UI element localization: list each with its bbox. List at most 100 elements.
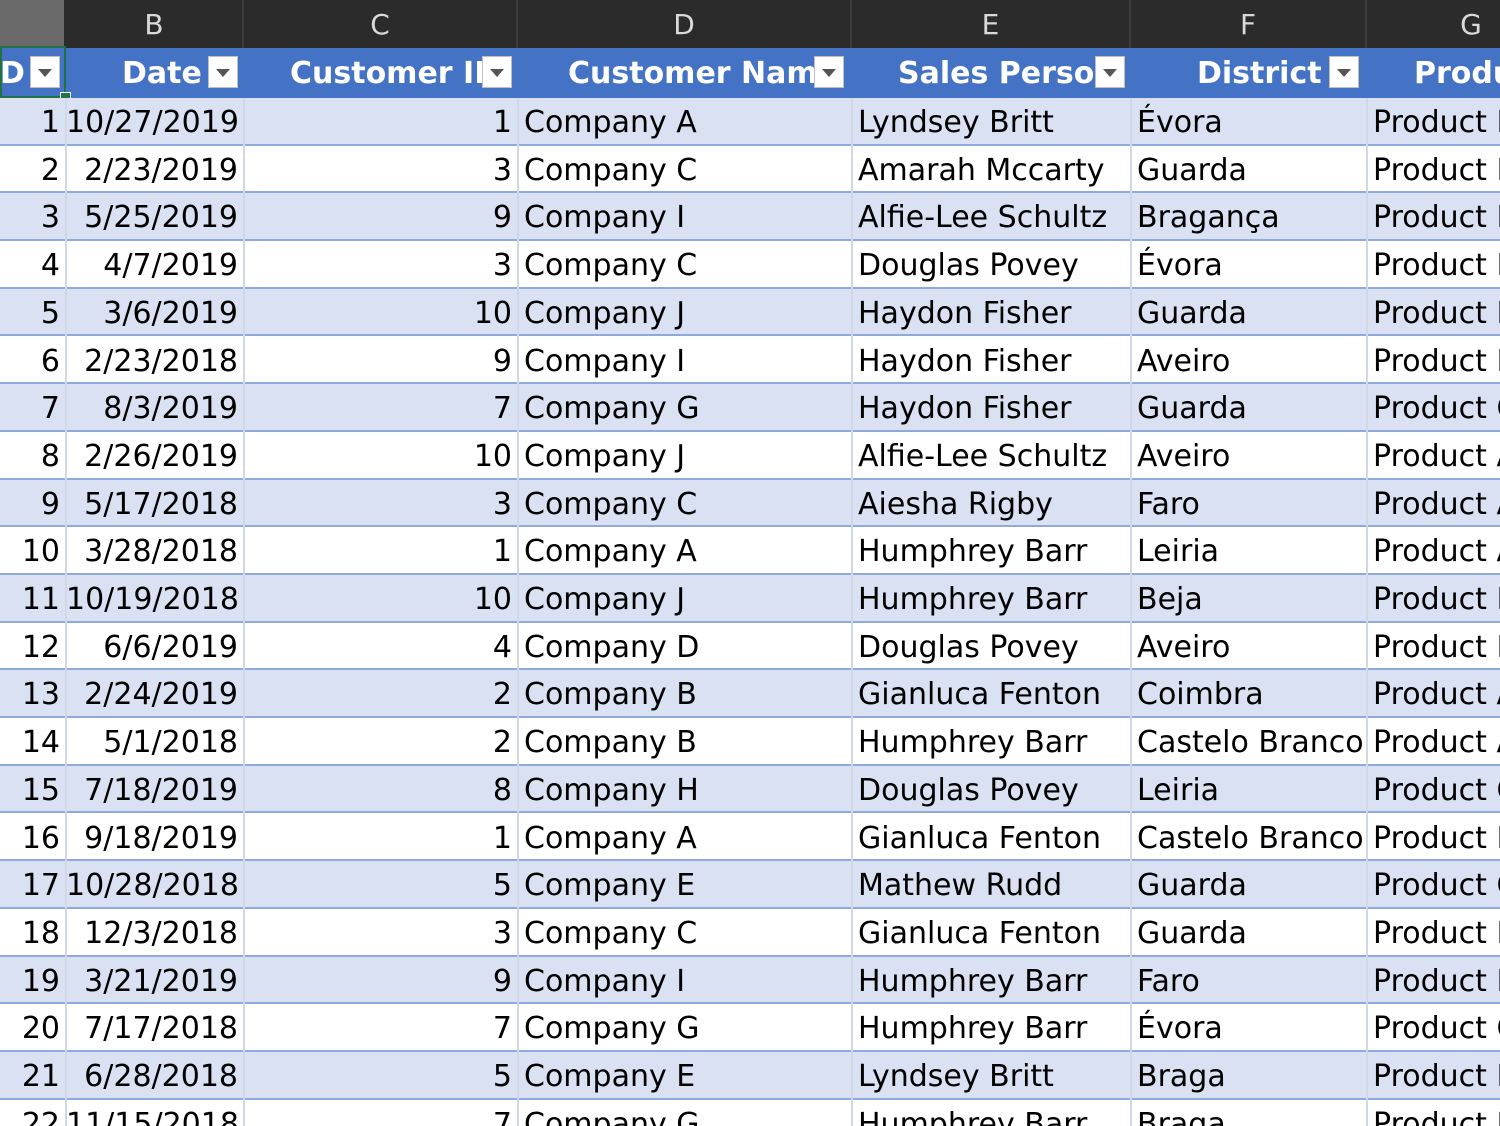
cell-sales-person[interactable]: Humphrey Barr: [852, 957, 1131, 1003]
cell-sales-person[interactable]: Douglas Povey: [852, 766, 1131, 812]
cell-customer-name[interactable]: Company I: [518, 193, 852, 239]
column-header-F[interactable]: F: [1131, 0, 1367, 48]
cell-id[interactable]: 19: [0, 957, 66, 1003]
cell-sales-person[interactable]: Humphrey Barr: [852, 527, 1131, 573]
cell-customer-name[interactable]: Company A: [518, 527, 852, 573]
cell-product[interactable]: Product A: [1367, 527, 1500, 573]
cell-product[interactable]: Product A: [1367, 480, 1500, 526]
cell-id[interactable]: 1: [0, 98, 66, 144]
cell-customer-name[interactable]: Company B: [518, 718, 852, 764]
cell-date[interactable]: 3/6/2019: [66, 289, 244, 335]
cell-sales-person[interactable]: Gianluca Fenton: [852, 670, 1131, 716]
cell-customer-name[interactable]: Company A: [518, 98, 852, 144]
cell-district[interactable]: Braga: [1131, 1052, 1367, 1098]
cell-date[interactable]: 2/23/2018: [66, 337, 244, 383]
cell-id[interactable]: 5: [0, 289, 66, 335]
cell-id[interactable]: 7: [0, 384, 66, 430]
column-header-C[interactable]: C: [244, 0, 518, 48]
cell-customer-name[interactable]: Company E: [518, 861, 852, 907]
header-cell-date[interactable]: Date: [66, 48, 244, 98]
cell-district[interactable]: Leiria: [1131, 527, 1367, 573]
cell-product[interactable]: Product C: [1367, 1004, 1500, 1050]
cell-district[interactable]: Guarda: [1131, 146, 1367, 192]
cell-sales-person[interactable]: Haydon Fisher: [852, 337, 1131, 383]
cell-id[interactable]: 18: [0, 909, 66, 955]
column-header-A[interactable]: [0, 0, 66, 48]
cell-sales-person[interactable]: Alfie-Lee Schultz: [852, 432, 1131, 478]
cell-product[interactable]: Product I: [1367, 575, 1500, 621]
cell-customer-name[interactable]: Company C: [518, 480, 852, 526]
cell-date[interactable]: 5/17/2018: [66, 480, 244, 526]
cell-district[interactable]: Guarda: [1131, 909, 1367, 955]
column-header-G[interactable]: G: [1367, 0, 1500, 48]
cell-id[interactable]: 3: [0, 193, 66, 239]
cell-id[interactable]: 14: [0, 718, 66, 764]
cell-id[interactable]: 16: [0, 814, 66, 860]
cell-date[interactable]: 9/18/2019: [66, 814, 244, 860]
cell-product[interactable]: Product I: [1367, 146, 1500, 192]
cell-sales-person[interactable]: Douglas Povey: [852, 623, 1131, 669]
cell-sales-person[interactable]: Humphrey Barr: [852, 718, 1131, 764]
cell-district[interactable]: Guarda: [1131, 289, 1367, 335]
cell-date[interactable]: 6/6/2019: [66, 623, 244, 669]
filter-dropdown-icon[interactable]: [482, 56, 512, 88]
cell-district[interactable]: Évora: [1131, 98, 1367, 144]
filter-dropdown-icon[interactable]: [1095, 56, 1125, 88]
cell-customer-id[interactable]: 2: [244, 670, 518, 716]
header-cell-product[interactable]: Produ: [1367, 48, 1500, 98]
cell-customer-id[interactable]: 3: [244, 909, 518, 955]
cell-district[interactable]: Beja: [1131, 575, 1367, 621]
cell-date[interactable]: 3/28/2018: [66, 527, 244, 573]
cell-date[interactable]: 2/26/2019: [66, 432, 244, 478]
cell-customer-id[interactable]: 3: [244, 480, 518, 526]
cell-id[interactable]: 9: [0, 480, 66, 526]
cell-id[interactable]: 21: [0, 1052, 66, 1098]
cell-id[interactable]: 8: [0, 432, 66, 478]
cell-sales-person[interactable]: Lyndsey Britt: [852, 98, 1131, 144]
cell-customer-id[interactable]: 9: [244, 957, 518, 1003]
cell-product[interactable]: Product A: [1367, 670, 1500, 716]
cell-district[interactable]: Faro: [1131, 480, 1367, 526]
cell-product[interactable]: Product I: [1367, 623, 1500, 669]
cell-district[interactable]: Braga: [1131, 1100, 1367, 1126]
cell-customer-name[interactable]: Company I: [518, 957, 852, 1003]
cell-date[interactable]: 5/25/2019: [66, 193, 244, 239]
cell-sales-person[interactable]: Gianluca Fenton: [852, 814, 1131, 860]
cell-customer-name[interactable]: Company C: [518, 146, 852, 192]
cell-customer-name[interactable]: Company I: [518, 337, 852, 383]
cell-district[interactable]: Coimbra: [1131, 670, 1367, 716]
column-header-D[interactable]: D: [518, 0, 852, 48]
cell-id[interactable]: 11: [0, 575, 66, 621]
cell-product[interactable]: Product C: [1367, 766, 1500, 812]
cell-customer-name[interactable]: Company H: [518, 766, 852, 812]
cell-customer-id[interactable]: 4: [244, 623, 518, 669]
filter-dropdown-icon[interactable]: [814, 56, 844, 88]
cell-sales-person[interactable]: Alfie-Lee Schultz: [852, 193, 1131, 239]
cell-customer-name[interactable]: Company A: [518, 814, 852, 860]
cell-sales-person[interactable]: Humphrey Barr: [852, 1004, 1131, 1050]
cell-customer-id[interactable]: 5: [244, 1052, 518, 1098]
cell-product[interactable]: Product I: [1367, 241, 1500, 287]
cell-sales-person[interactable]: Lyndsey Britt: [852, 1052, 1131, 1098]
cell-id[interactable]: 4: [0, 241, 66, 287]
cell-district[interactable]: Castelo Branco: [1131, 718, 1367, 764]
cell-customer-name[interactable]: Company B: [518, 670, 852, 716]
cell-product[interactable]: Product I: [1367, 337, 1500, 383]
cell-district[interactable]: Castelo Branco: [1131, 814, 1367, 860]
cell-date[interactable]: 10/28/2018: [66, 861, 244, 907]
filter-dropdown-icon[interactable]: [1329, 56, 1359, 88]
header-cell-customer-name[interactable]: Customer Name: [518, 48, 852, 98]
cell-customer-id[interactable]: 10: [244, 289, 518, 335]
cell-customer-name[interactable]: Company G: [518, 1004, 852, 1050]
cell-sales-person[interactable]: Douglas Povey: [852, 241, 1131, 287]
cell-product[interactable]: Product I: [1367, 1052, 1500, 1098]
cell-date[interactable]: 2/24/2019: [66, 670, 244, 716]
cell-district[interactable]: Guarda: [1131, 861, 1367, 907]
column-header-B[interactable]: B: [66, 0, 244, 48]
cell-customer-id[interactable]: 7: [244, 384, 518, 430]
cell-district[interactable]: Leiria: [1131, 766, 1367, 812]
cell-date[interactable]: 4/7/2019: [66, 241, 244, 287]
cell-id[interactable]: 13: [0, 670, 66, 716]
cell-customer-name[interactable]: Company G: [518, 1100, 852, 1126]
cell-district[interactable]: Bragança: [1131, 193, 1367, 239]
